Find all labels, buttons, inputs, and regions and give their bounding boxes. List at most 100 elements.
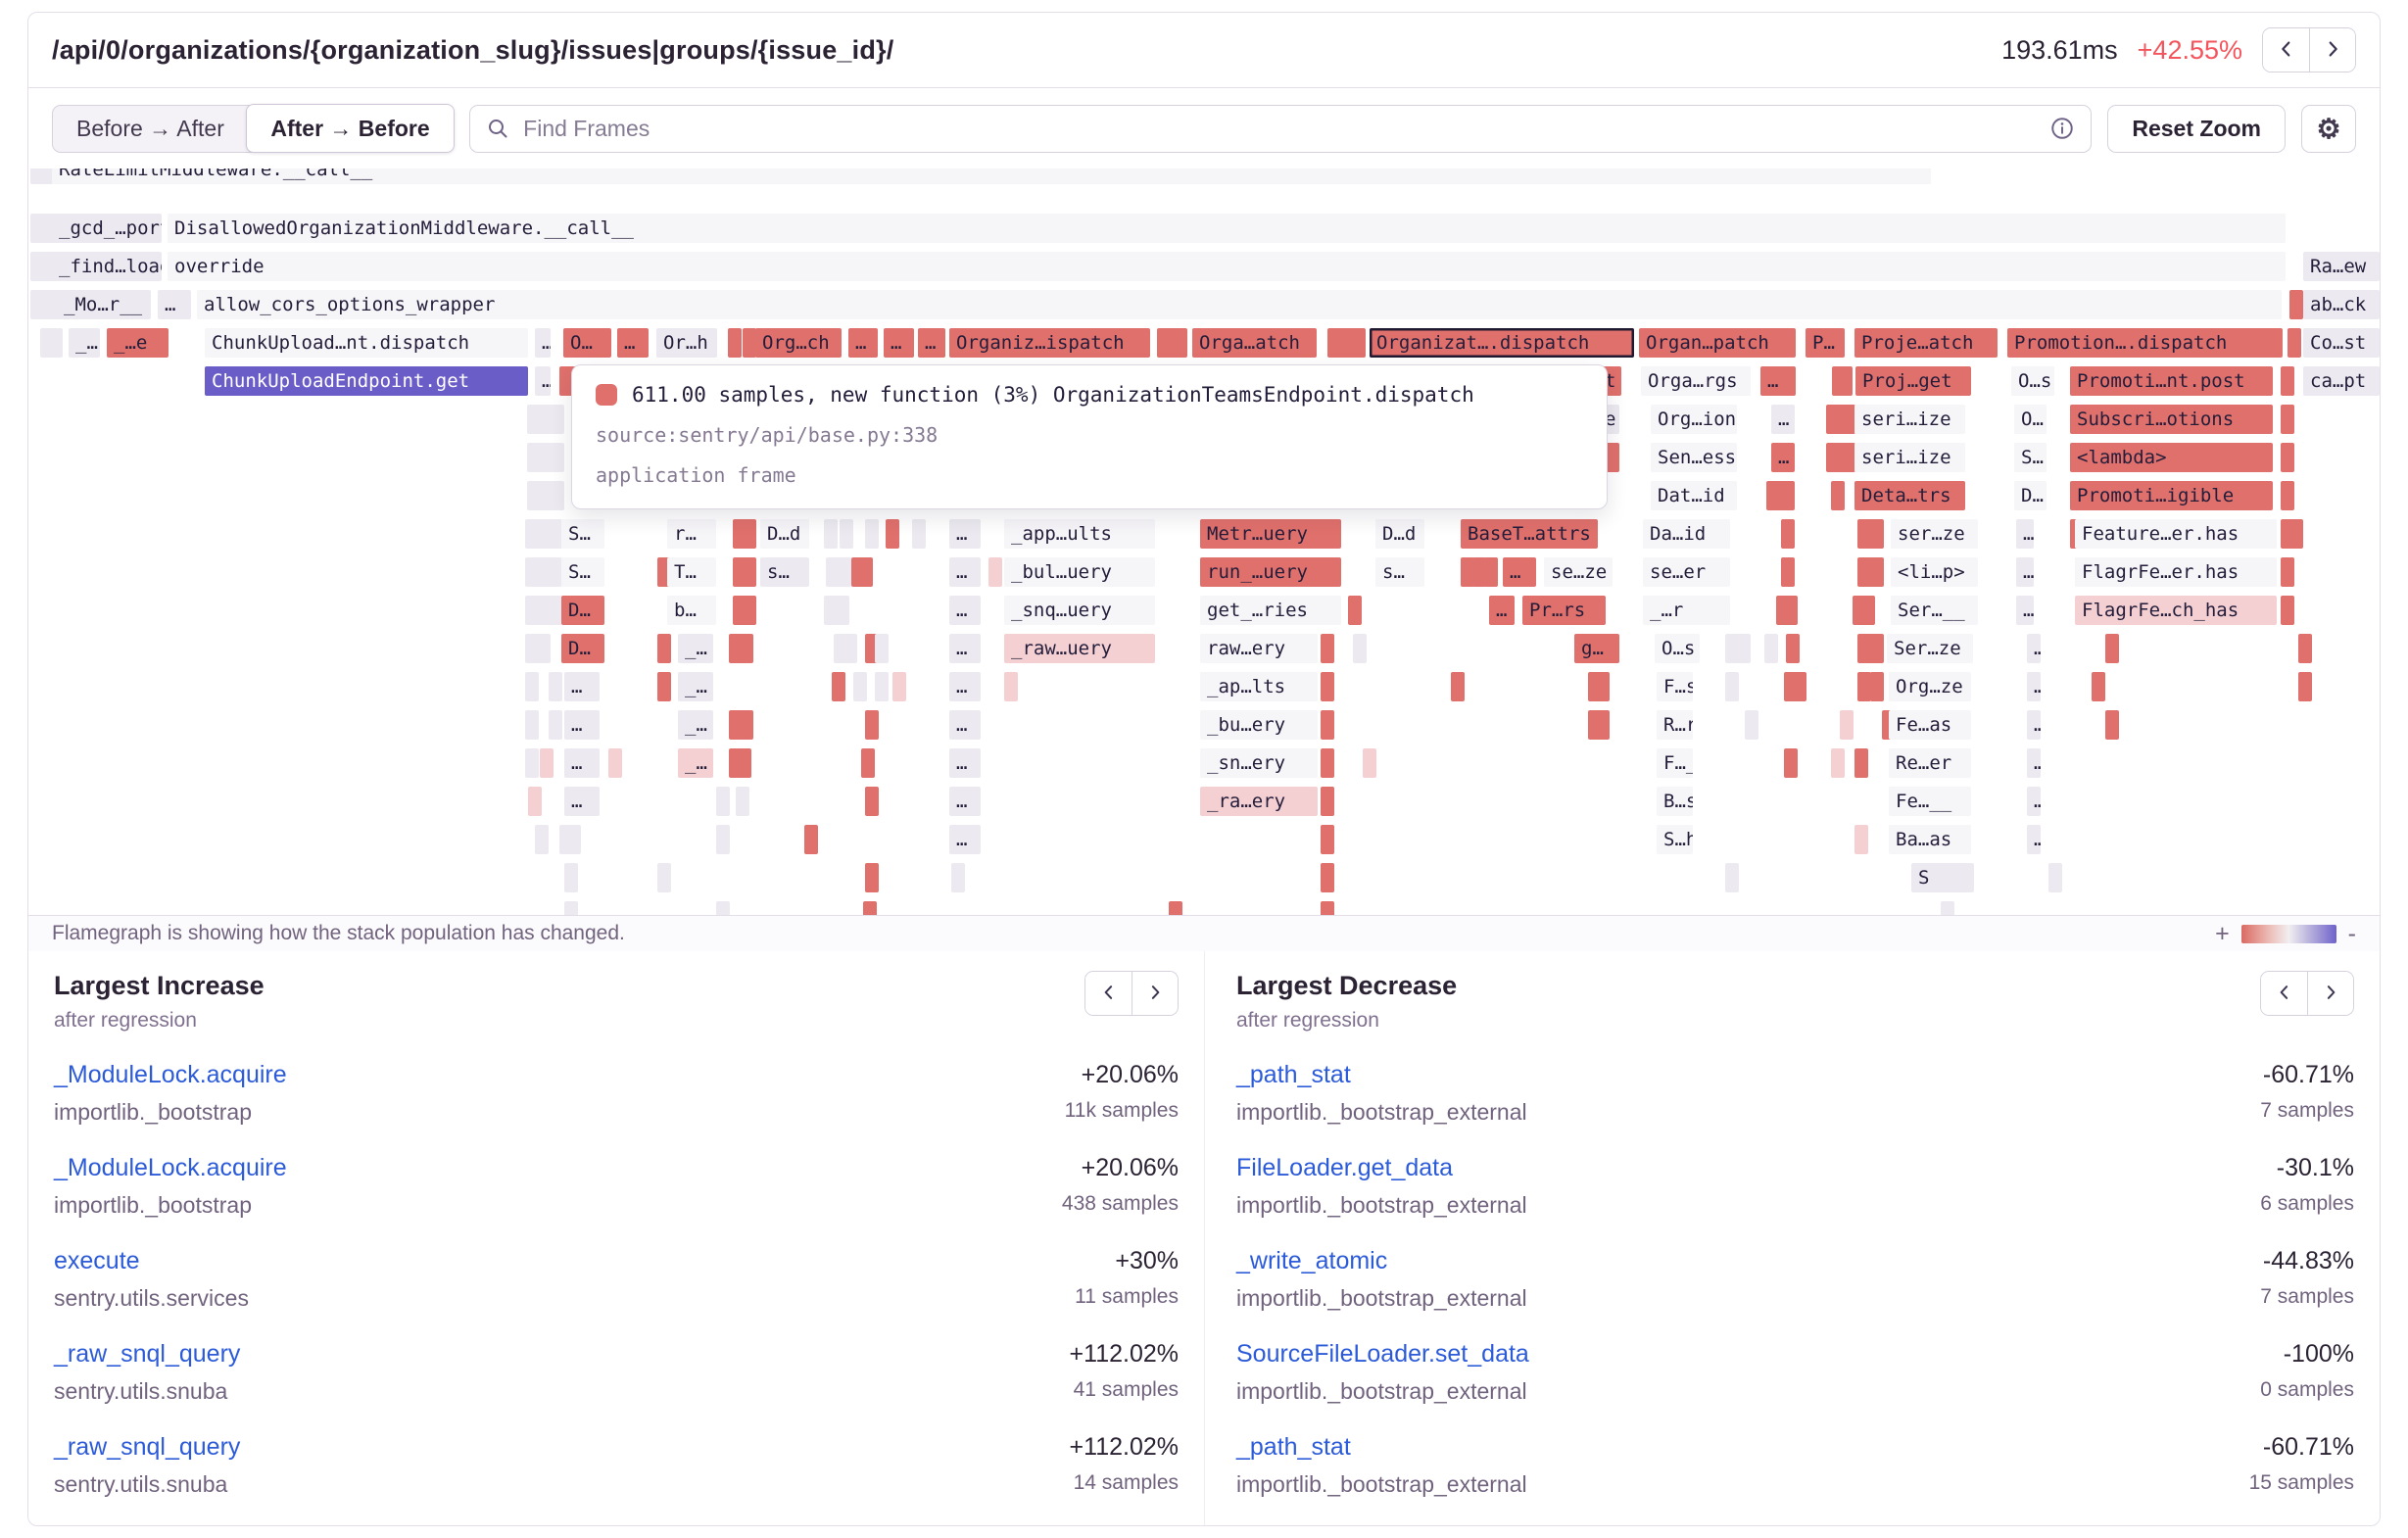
- flame-frame[interactable]: …: [2027, 748, 2041, 778]
- decrease-prev-button[interactable]: [2261, 972, 2307, 1015]
- flame-frame[interactable]: [540, 748, 554, 778]
- flame-frame[interactable]: _…: [678, 672, 713, 701]
- flame-frame[interactable]: [2298, 634, 2312, 663]
- flame-frame[interactable]: [549, 519, 562, 549]
- flame-frame[interactable]: [1832, 366, 1853, 396]
- info-icon[interactable]: [2049, 116, 2075, 141]
- flame-frame[interactable]: [1321, 710, 1334, 740]
- flame-frame[interactable]: [49, 328, 63, 358]
- flame-frame[interactable]: [1321, 863, 1334, 892]
- flame-frame[interactable]: _bu…ery: [1200, 710, 1318, 740]
- flame-frame[interactable]: [865, 863, 879, 892]
- flame-frame[interactable]: O…: [563, 328, 611, 358]
- flame-frame[interactable]: FlagrFe…ch_has: [2075, 596, 2277, 625]
- flame-frame[interactable]: …: [2027, 825, 2041, 854]
- function-name-link[interactable]: FileLoader.get_data: [1236, 1154, 1527, 1182]
- flame-frame[interactable]: se…er: [1643, 557, 1730, 587]
- flame-frame[interactable]: …: [2027, 672, 2041, 701]
- flame-frame[interactable]: [1737, 634, 1751, 663]
- flame-frame[interactable]: …: [949, 557, 981, 587]
- flame-frame[interactable]: Org…ion: [1651, 405, 1737, 434]
- flame-frame[interactable]: _…: [69, 328, 100, 358]
- flame-frame[interactable]: Ser…ze: [1887, 634, 1973, 663]
- flame-frame[interactable]: [804, 825, 818, 854]
- flame-frame[interactable]: [1857, 557, 1884, 587]
- flame-frame[interactable]: [2298, 672, 2312, 701]
- flamegraph-canvas[interactable]: S…S…hBa…as………_ra…eryB…sFe…__……_……_sn…ery…: [28, 168, 2380, 915]
- function-name-link[interactable]: _path_stat: [1236, 1061, 1527, 1089]
- flame-frame[interactable]: …: [2027, 787, 2041, 816]
- flame-frame[interactable]: _…: [678, 748, 713, 778]
- flame-frame[interactable]: …: [949, 748, 981, 778]
- flame-frame[interactable]: [1842, 405, 1855, 434]
- flame-frame[interactable]: …: [949, 672, 981, 701]
- flame-frame[interactable]: se…ze: [1544, 557, 1613, 587]
- flame-frame[interactable]: …: [949, 596, 981, 625]
- flame-frame[interactable]: FlagrFe…er.has: [2075, 557, 2277, 587]
- flame-frame[interactable]: BaseT…attrs: [1461, 519, 1598, 549]
- flame-frame[interactable]: [824, 519, 838, 549]
- flame-frame[interactable]: S: [1911, 863, 1974, 892]
- flame-frame[interactable]: D…d: [1375, 519, 1424, 549]
- flame-frame[interactable]: [1941, 901, 1954, 915]
- flame-frame[interactable]: [525, 672, 539, 701]
- flame-frame[interactable]: [1725, 863, 1739, 892]
- settings-button[interactable]: ⚙: [2301, 105, 2356, 153]
- flame-frame[interactable]: _…e: [107, 328, 169, 358]
- flame-frame[interactable]: [738, 748, 751, 778]
- flame-frame[interactable]: [1321, 634, 1334, 663]
- flame-frame[interactable]: [1784, 596, 1798, 625]
- flame-frame[interactable]: _raw…uery: [1004, 634, 1155, 663]
- flame-frame[interactable]: [1484, 557, 1498, 587]
- flame-frame[interactable]: [2048, 863, 2062, 892]
- flame-frame[interactable]: [838, 557, 851, 587]
- flame-frame[interactable]: [740, 710, 753, 740]
- flame-frame[interactable]: [716, 787, 730, 816]
- flame-frame[interactable]: seri…ize: [1854, 443, 1965, 472]
- flame-frame[interactable]: ChunkUpload…nt.dispatch: [205, 328, 528, 358]
- flame-frame[interactable]: [2288, 328, 2301, 358]
- flame-frame[interactable]: Ra…ew: [2303, 252, 2380, 281]
- flame-frame[interactable]: [1321, 901, 1334, 915]
- flame-frame[interactable]: F…s: [1657, 672, 1693, 701]
- flame-frame[interactable]: [1321, 825, 1334, 854]
- flame-frame[interactable]: Fe…as: [1889, 710, 1971, 740]
- flame-frame[interactable]: [1831, 481, 1845, 510]
- flame-frame[interactable]: [1861, 596, 1875, 625]
- flame-frame[interactable]: run_…uery: [1200, 557, 1341, 587]
- flame-frame[interactable]: [1868, 634, 1884, 663]
- flame-frame[interactable]: …: [1771, 443, 1795, 472]
- flame-frame[interactable]: [1606, 443, 1619, 472]
- flame-frame[interactable]: [1831, 748, 1845, 778]
- before-after-segment[interactable]: Before → After: [53, 106, 248, 152]
- flame-frame[interactable]: …: [949, 519, 981, 549]
- flame-frame[interactable]: ab…ck: [2303, 290, 2380, 319]
- function-name-link[interactable]: _raw_snql_query: [54, 1340, 240, 1369]
- flame-frame[interactable]: …: [918, 328, 945, 358]
- flame-frame[interactable]: [1854, 825, 1868, 854]
- flame-frame[interactable]: DisallowedOrganizationMiddleware.__call_…: [168, 214, 2286, 243]
- flame-frame[interactable]: [1854, 748, 1868, 778]
- flame-frame[interactable]: S…h: [1657, 825, 1693, 854]
- flame-frame[interactable]: [1363, 748, 1376, 778]
- flame-frame[interactable]: s…: [1375, 557, 1424, 587]
- flame-frame[interactable]: [1842, 443, 1855, 472]
- flame-frame[interactable]: Feature…er.has: [2075, 519, 2277, 549]
- flame-frame[interactable]: _app…ults: [1004, 519, 1155, 549]
- flame-frame[interactable]: [836, 596, 849, 625]
- flame-frame[interactable]: Ba…as: [1889, 825, 1971, 854]
- flame-frame[interactable]: [832, 672, 845, 701]
- function-name-link[interactable]: _raw_snql_query: [54, 1433, 240, 1462]
- flame-frame[interactable]: get_…ries: [1200, 596, 1341, 625]
- flame-frame[interactable]: …: [617, 328, 649, 358]
- flame-frame[interactable]: [1353, 634, 1367, 663]
- flame-frame[interactable]: Promoti…igible: [2070, 481, 2273, 510]
- flame-frame[interactable]: allow_cors_options_wrapper: [197, 290, 2282, 319]
- flame-frame[interactable]: [875, 672, 889, 701]
- flame-frame[interactable]: …: [2027, 634, 2041, 663]
- flame-frame[interactable]: [39, 168, 53, 184]
- flame-frame[interactable]: ca…pt: [2303, 366, 2380, 396]
- flame-frame[interactable]: [535, 825, 549, 854]
- flame-frame[interactable]: [865, 787, 879, 816]
- flame-frame[interactable]: raw…ery: [1200, 634, 1318, 663]
